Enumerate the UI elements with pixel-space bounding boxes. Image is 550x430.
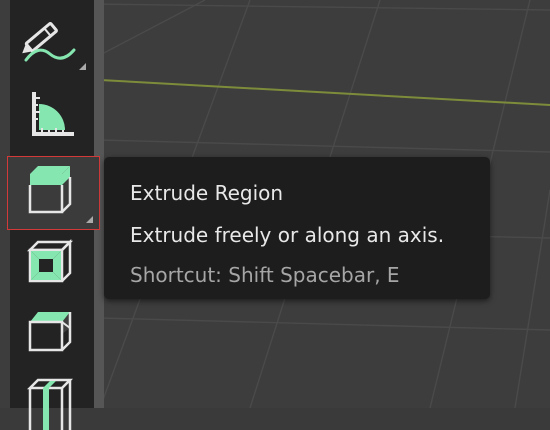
measure-icon bbox=[32, 92, 74, 136]
tool-annotate[interactable] bbox=[12, 10, 88, 72]
tool-bevel[interactable] bbox=[12, 300, 88, 362]
loop-cut-icon bbox=[26, 378, 74, 430]
submenu-indicator-icon bbox=[86, 216, 93, 223]
tool-extrude-region[interactable] bbox=[7, 156, 100, 230]
tool-tooltip: Extrude Region Extrude freely or along a… bbox=[104, 157, 490, 299]
tooltip-shortcut: Shortcut: Shift Spacebar, E bbox=[130, 263, 400, 287]
tool-measure[interactable] bbox=[12, 78, 88, 140]
inset-faces-icon bbox=[26, 238, 74, 283]
x-axis-line bbox=[99, 79, 550, 106]
tool-inset-faces[interactable] bbox=[12, 233, 88, 295]
tool-shelf bbox=[0, 0, 104, 430]
submenu-indicator-icon bbox=[79, 63, 86, 70]
tooltip-description: Extrude freely or along an axis. bbox=[130, 223, 445, 247]
annotate-icon bbox=[22, 22, 76, 62]
tool-loop-cut[interactable] bbox=[12, 368, 88, 430]
tooltip-title: Extrude Region bbox=[130, 181, 284, 205]
bevel-icon bbox=[28, 312, 72, 352]
